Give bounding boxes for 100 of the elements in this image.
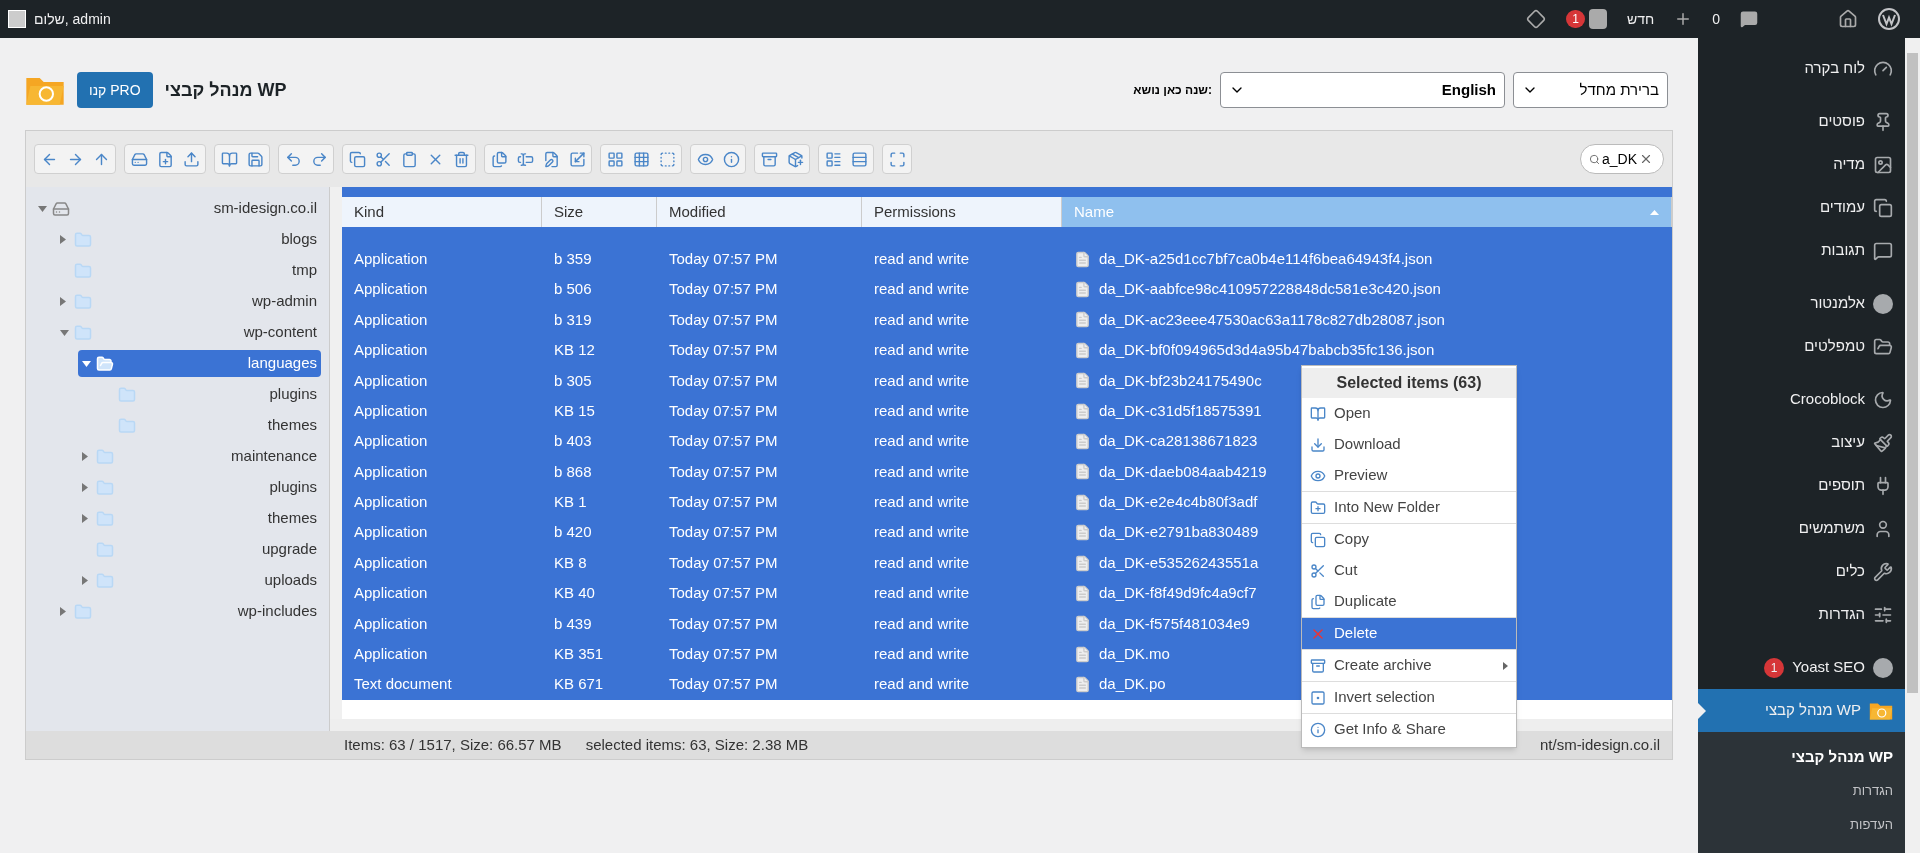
collapsed-triangle-icon[interactable] (60, 235, 66, 244)
upload-icon (182, 150, 200, 168)
scissors-icon (1310, 562, 1326, 579)
sidebar-item[interactable]: פוסטים (1698, 100, 1905, 143)
sidebar-item[interactable]: כלים (1698, 550, 1905, 593)
diamond-icon[interactable] (1526, 9, 1547, 29)
tree-item[interactable]: themes (100, 412, 321, 439)
submenu-item[interactable]: מנהל קבצי WP (1698, 740, 1905, 774)
folder-icon (74, 230, 92, 249)
tree-item[interactable]: wp-admin (56, 288, 321, 315)
table-cell-text: KB 15 (554, 400, 595, 421)
sidebar-item[interactable]: טמפלטים (1698, 325, 1905, 368)
sidebar-item[interactable]: Crocoblock (1698, 378, 1905, 421)
collapsed-triangle-icon[interactable] (82, 514, 88, 523)
folder-name: languages (246, 353, 317, 374)
expanded-triangle-icon[interactable] (38, 205, 47, 212)
folder-icon (118, 385, 136, 404)
table-cell-text: read and write (874, 461, 970, 482)
search-field[interactable]: a_DK (1580, 144, 1664, 174)
table-cell-text: Today 07:57 PM (669, 674, 778, 695)
collapsed-triangle-icon[interactable] (82, 452, 88, 461)
sidebar-item[interactable]: מדיה (1698, 143, 1905, 186)
greeting[interactable]: שלום, admin (34, 8, 111, 30)
page-title: מנהל קבצי WP (164, 78, 287, 102)
table-cell-text: da_DK-e2791ba830489 (1099, 522, 1259, 543)
collapsed-triangle-icon[interactable] (60, 297, 66, 306)
comment-icon[interactable] (1740, 10, 1758, 28)
folder-icon (74, 602, 92, 621)
archive-icon (1310, 657, 1326, 674)
table-cell-text: read and write (874, 431, 970, 452)
language-select[interactable]: English (1220, 72, 1505, 108)
rename-icon (516, 150, 534, 168)
theme-select[interactable]: ברירת מחדל (1513, 72, 1668, 108)
table-cell-text: b 359 (554, 248, 592, 269)
table-cell-text: b 420 (554, 522, 592, 543)
menu-item[interactable]: Get Info & Share (1302, 714, 1516, 745)
tree-item[interactable]: wp-content (56, 319, 321, 346)
submenu-item[interactable]: העדפות (1698, 808, 1905, 842)
sidebar-item[interactable]: מנהל קבצי WP (1698, 689, 1905, 732)
menu-item[interactable]: Delete (1302, 618, 1516, 649)
tree-item[interactable]: themes (78, 505, 321, 532)
tree-item[interactable]: plugins (100, 381, 321, 408)
folder-icon (96, 540, 114, 559)
archive-icon (760, 150, 778, 168)
sidebar-item[interactable]: עמודים (1698, 186, 1905, 229)
collapsed-triangle-icon[interactable] (60, 607, 66, 616)
tree-item[interactable]: languages (78, 350, 321, 377)
table-cell-text: Application (354, 552, 428, 573)
column-header[interactable]: Modified (657, 197, 862, 227)
sidebar-item[interactable]: 1 Yoast SEO (1698, 646, 1905, 689)
user-icon (1873, 518, 1893, 539)
table-cell-text: Application (354, 644, 428, 664)
menu-item[interactable]: Create archive (1302, 650, 1516, 681)
table-cell-text: Application (354, 279, 428, 300)
tree-item[interactable]: uploads (78, 567, 321, 594)
submenu-item[interactable]: הגדרות (1698, 774, 1905, 808)
expanded-triangle-icon[interactable] (60, 329, 69, 336)
tree-item[interactable]: upgrade (78, 536, 321, 563)
scrollbar-thumb[interactable] (1907, 53, 1918, 693)
document-icon (1074, 341, 1091, 359)
document-icon (1074, 311, 1091, 329)
table-cell-text: da_DK-e53526243551a (1099, 552, 1259, 573)
sidebar-item[interactable]: עיצוב (1698, 421, 1905, 464)
column-header[interactable]: Kind (342, 197, 542, 227)
collapsed-triangle-icon[interactable] (82, 576, 88, 585)
tree-item[interactable]: maintenance (78, 443, 321, 470)
expanded-triangle-icon[interactable] (82, 360, 91, 367)
collapsed-triangle-icon[interactable] (82, 483, 88, 492)
sidebar-item[interactable]: תוספים (1698, 464, 1905, 507)
column-header[interactable]: Size (542, 197, 657, 227)
scrollbar-track[interactable] (330, 187, 342, 719)
tree-item[interactable]: sm-idesign.co.il (34, 195, 321, 222)
menu-item[interactable]: Invert selection (1302, 682, 1516, 713)
table-cell-text: da_DK-bf0f094965d3d4a95b47babcb35fc136.json (1099, 340, 1435, 361)
edit-file-icon (542, 150, 560, 168)
home-icon[interactable] (1838, 9, 1858, 29)
menu-item[interactable]: Open (1302, 398, 1516, 429)
folder-name: upgrade (260, 539, 317, 560)
tree-item[interactable]: blogs (56, 226, 321, 253)
drive-icon (52, 199, 70, 218)
sidebar-item[interactable]: משתמשים (1698, 507, 1905, 550)
tree-item[interactable]: tmp (56, 257, 321, 284)
sliders-icon (1873, 604, 1893, 625)
info-icon (1310, 721, 1326, 738)
sidebar-item[interactable]: לוח בקרה (1698, 47, 1905, 90)
folder-name: blogs (280, 229, 317, 250)
folder-icon (118, 416, 136, 435)
folder-name: themes (266, 508, 317, 529)
tree-item[interactable]: plugins (78, 474, 321, 501)
theme-label: שנה כאן נושא: (1133, 82, 1212, 99)
sidebar-item[interactable]: הגדרות (1698, 593, 1905, 636)
buy-pro-button[interactable]: קנו PRO (77, 72, 153, 108)
comment-count[interactable]: 0 (1712, 8, 1720, 30)
sidebar-item[interactable]: תגובות (1698, 229, 1905, 272)
tree-item[interactable]: wp-includes (56, 598, 321, 625)
wrench-icon (1873, 561, 1893, 582)
new-link[interactable]: חדש (1627, 8, 1655, 30)
sidebar-item[interactable]: אלמנטור (1698, 282, 1905, 325)
menu-item[interactable]: Into New Folder (1302, 492, 1516, 523)
invert-selection-icon (1310, 689, 1326, 706)
